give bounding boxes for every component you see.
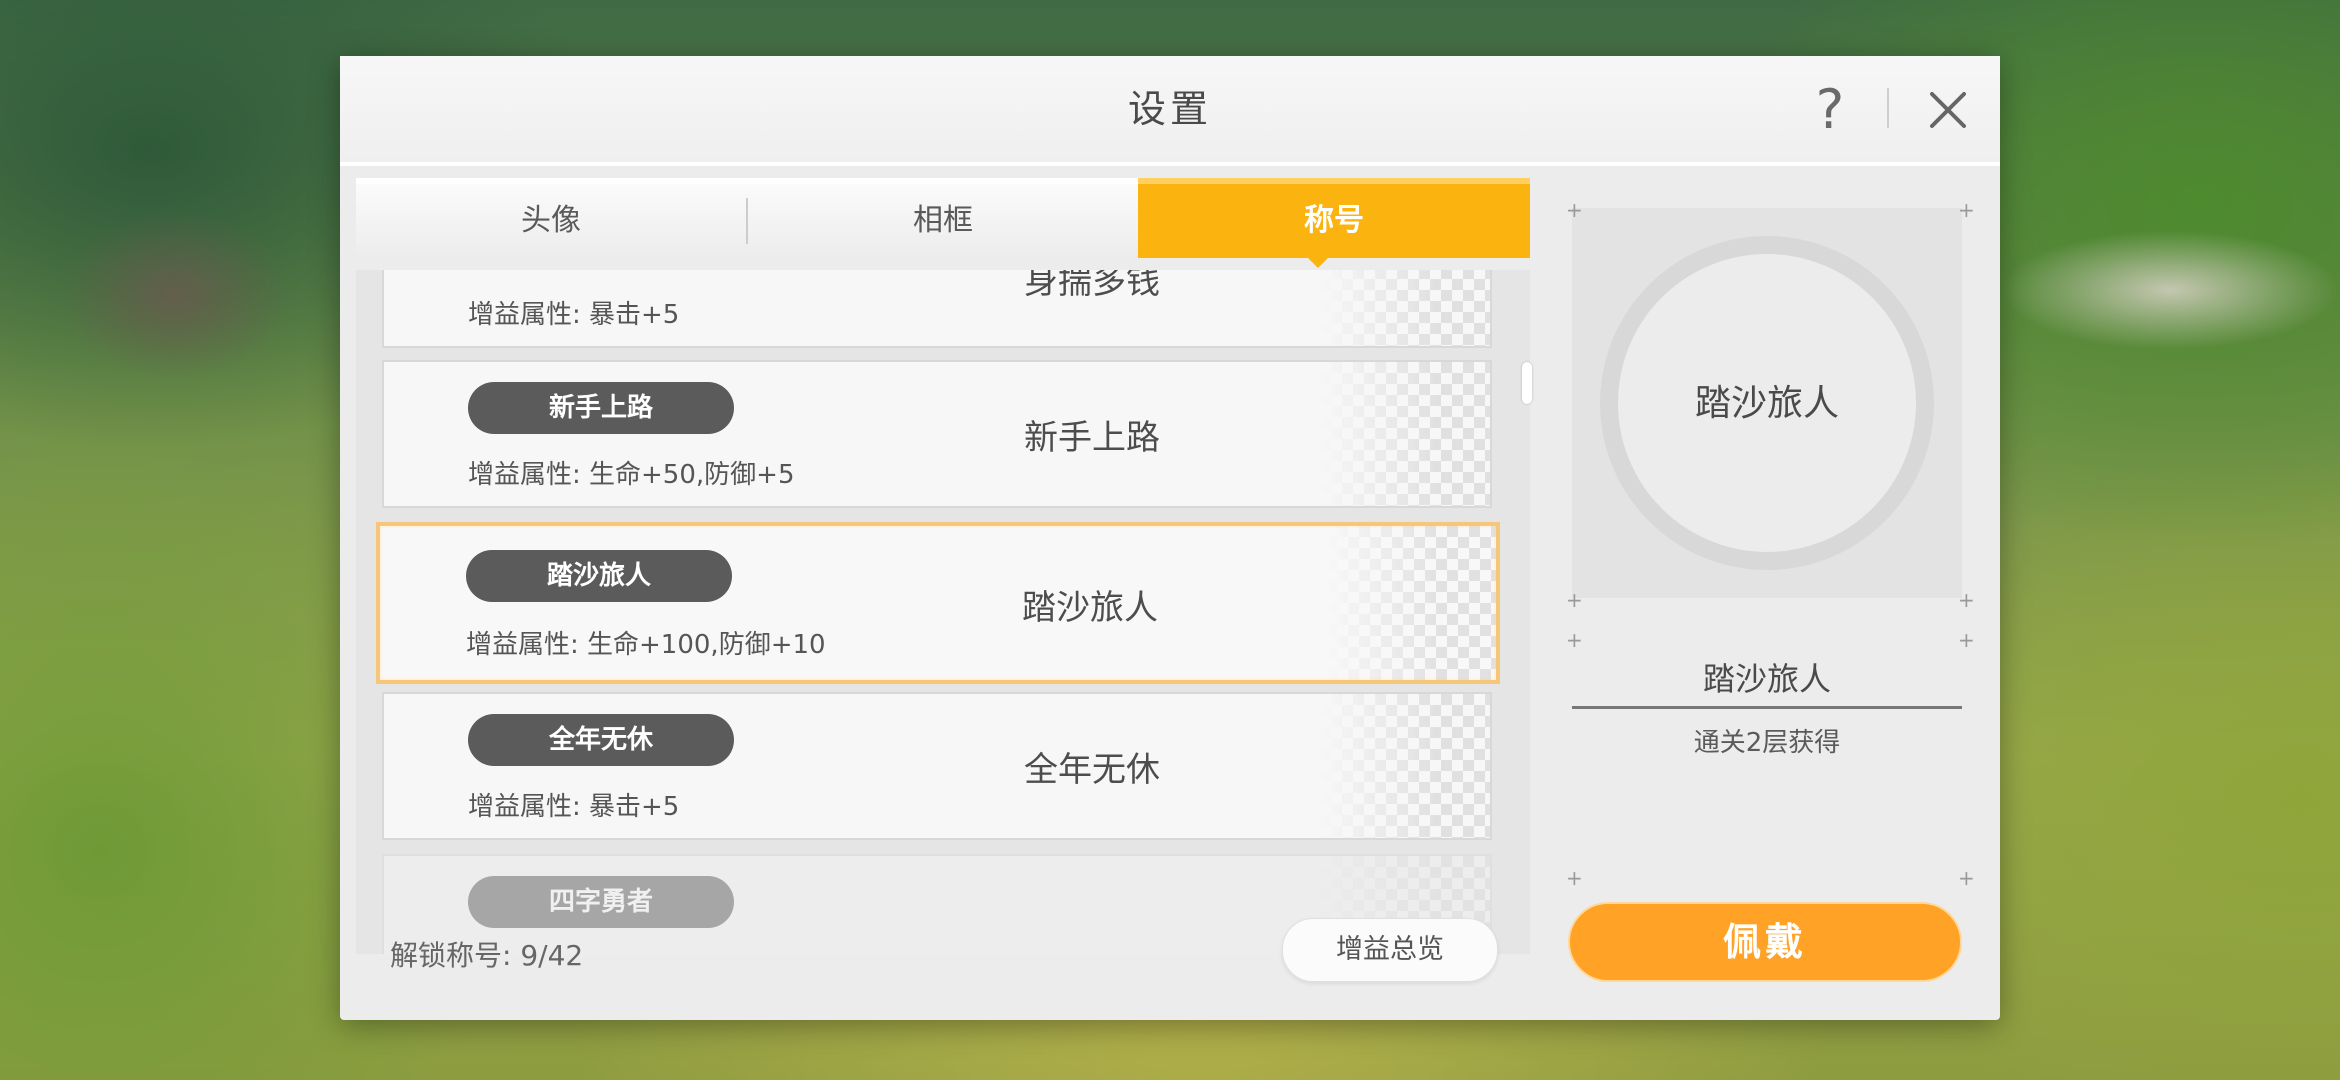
corner-mark: + <box>1566 198 1583 222</box>
title-bonus: 增益属性: 生命+100,防御+10 <box>466 630 826 660</box>
preview-title-name: 踏沙旅人 <box>1694 383 1839 424</box>
title-name: 踏沙旅人 <box>1022 588 1158 628</box>
close-icon[interactable] <box>1920 82 1976 138</box>
info-description: 通关2层获得 <box>1693 728 1841 758</box>
info-title: 踏沙旅人 <box>1702 660 1831 698</box>
settings-dialog: 设置 ? 头像 相框 称号 身揣多钱 增益属性: 暴击+5 新手上路 增益属性:… <box>340 56 2000 1020</box>
tab-active-indicator <box>1308 258 1328 268</box>
info-divider <box>1572 706 1962 709</box>
bonus-overview-button[interactable]: 增益总览 <box>1282 918 1498 982</box>
list-scrollbar[interactable] <box>1522 362 1532 404</box>
corner-mark: + <box>1958 588 1975 612</box>
title-list[interactable]: 身揣多钱 增益属性: 暴击+5 新手上路 增益属性: 生命+50,防御+5 新手… <box>356 270 1530 954</box>
title-card[interactable]: 全年无休 增益属性: 暴击+5 全年无休 <box>382 692 1492 840</box>
background-rock <box>60 210 290 380</box>
dialog-header: 设置 ? <box>340 56 2000 166</box>
title-badge: 踏沙旅人 <box>466 550 732 602</box>
background-path <box>2000 230 2340 350</box>
corner-mark: + <box>1958 628 1975 652</box>
corner-mark: + <box>1566 588 1583 612</box>
tab-avatar[interactable]: 头像 <box>356 184 746 258</box>
corner-mark: + <box>1958 866 1975 890</box>
title-badge: 四字勇者 <box>468 876 734 928</box>
tab-bar: 头像 相框 称号 <box>356 178 1530 268</box>
corner-mark: + <box>1566 866 1583 890</box>
title-bonus: 增益属性: 生命+50,防御+5 <box>468 460 795 490</box>
help-icon[interactable]: ? <box>1802 82 1858 138</box>
header-divider <box>1887 88 1889 128</box>
tab-title[interactable]: 称号 <box>1138 184 1530 258</box>
corner-mark: + <box>1566 628 1583 652</box>
unlock-count: 解锁称号: 9/42 <box>390 939 584 972</box>
wear-button[interactable]: 佩戴 <box>1568 902 1962 982</box>
title-name: 全年无休 <box>1024 750 1160 790</box>
dialog-title: 设置 <box>1127 87 1212 131</box>
title-bonus: 增益属性: 暴击+5 <box>468 792 680 822</box>
title-name: 新手上路 <box>1024 418 1160 458</box>
corner-mark: + <box>1958 198 1975 222</box>
title-badge: 新手上路 <box>468 382 734 434</box>
title-card[interactable]: 身揣多钱 增益属性: 暴击+5 <box>382 270 1492 348</box>
title-name: 身揣多钱 <box>1024 270 1160 302</box>
title-badge: 全年无休 <box>468 714 734 766</box>
title-card-selected[interactable]: 踏沙旅人 增益属性: 生命+100,防御+10 踏沙旅人 <box>376 522 1500 684</box>
tab-frame[interactable]: 相框 <box>748 184 1138 258</box>
title-bonus: 增益属性: 暴击+5 <box>468 300 680 330</box>
title-card[interactable]: 新手上路 增益属性: 生命+50,防御+5 新手上路 <box>382 360 1492 508</box>
